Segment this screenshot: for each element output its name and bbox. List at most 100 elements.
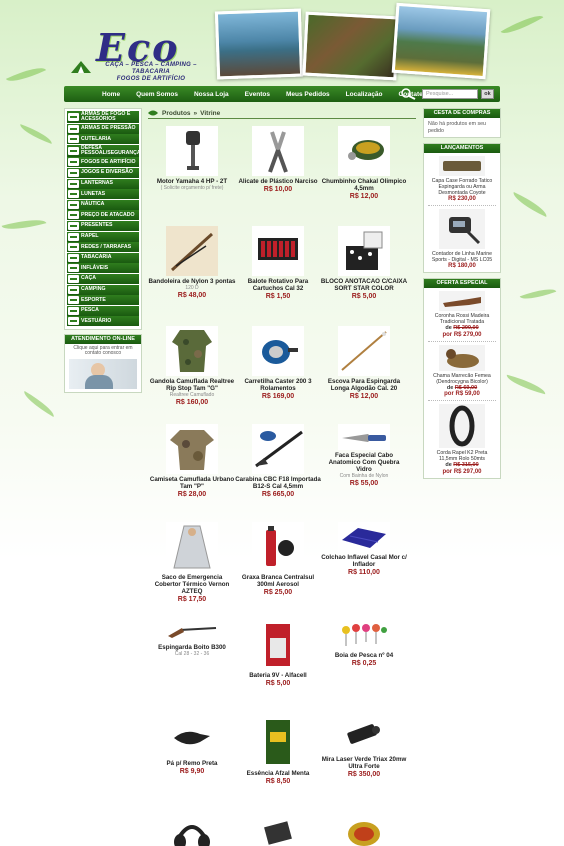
product-card[interactable]: BLOCO ANOTACAO C/CAIXA SORT STAR COLOR R… [320, 226, 408, 301]
product-name[interactable]: Camiseta Camuflada Urbano Tam "P" [148, 476, 236, 490]
product-image[interactable] [166, 522, 218, 572]
product-name[interactable]: Pá p/ Remo Preta [148, 760, 236, 767]
product-name[interactable]: Mira Laser Verde Triax 20mw Ultra Forte [320, 756, 408, 770]
category-item[interactable]: ESPORTE [67, 295, 139, 306]
category-item[interactable]: CUTELARIA [67, 134, 139, 145]
offer-item-image[interactable] [439, 344, 485, 371]
product-card[interactable]: Saco de Emergencia Cobertor Térmico Vern… [148, 522, 236, 604]
product-card[interactable] [234, 816, 322, 846]
category-item[interactable]: LUNETAS [67, 189, 139, 200]
product-image[interactable] [166, 718, 218, 758]
category-item[interactable]: RAPEL [67, 231, 139, 242]
category-item[interactable]: CAMPING [67, 284, 139, 295]
category-item[interactable]: TABACARIA [67, 252, 139, 263]
product-name[interactable]: Carretilha Caster 200 3 Rolamentos [234, 378, 322, 392]
offer-item-image[interactable] [439, 291, 485, 311]
launch-item-name[interactable]: Contador de Linha Marine Sports - Digita… [427, 251, 497, 263]
category-item[interactable]: JOGOS E DIVERSÃO [67, 167, 139, 178]
product-card[interactable]: Carabina CBC F18 Importada B12-S Cal 4,5… [234, 424, 322, 499]
product-image[interactable] [338, 718, 390, 754]
nav-home[interactable]: Home [94, 91, 128, 98]
launch-item[interactable]: Capa Case Forrado Tatico Espingarda ou A… [424, 153, 500, 205]
category-item[interactable]: ARMAS DE PRESSÃO [67, 123, 139, 134]
product-name[interactable]: Espingarda Boito B300 [148, 644, 236, 651]
product-name[interactable]: Motor Yamaha 4 HP - 2T [148, 178, 236, 185]
category-item[interactable]: FOGOS DE ARTIFÍCIO [67, 157, 139, 168]
nav-quem-somos[interactable]: Quem Somos [128, 91, 186, 98]
product-card[interactable]: Escova Para Espingarda Longa Algodão Cal… [320, 326, 408, 401]
category-item[interactable]: INFLÁVEIS [67, 263, 139, 274]
category-item[interactable]: CAÇA [67, 273, 139, 284]
product-image[interactable] [338, 816, 390, 846]
product-card[interactable]: Colchao Inflavel Casal Mor c/ Inflador R… [320, 522, 408, 577]
category-item[interactable]: NÁUTICA [67, 199, 139, 210]
product-card[interactable]: Chumbinho Chakal Olimpico 4,5mm R$ 12,00 [320, 126, 408, 201]
product-name[interactable]: Balote Rotativo Para Cartuchos Cal 32 [234, 278, 322, 292]
product-name[interactable]: Bandoleira de Nylon 3 pontas [148, 278, 236, 285]
product-card[interactable]: Balote Rotativo Para Cartuchos Cal 32 R$… [234, 226, 322, 301]
offer-item[interactable]: Chama Marrecão Femea (Dendrocygna Bicolo… [424, 342, 500, 401]
product-image[interactable] [338, 522, 390, 552]
product-image[interactable] [166, 126, 218, 176]
product-name[interactable]: Faca Especial Cabo Anatomico Com Quebra … [320, 452, 408, 473]
product-image[interactable] [252, 226, 304, 276]
breadcrumb-produtos[interactable]: Produtos [162, 110, 191, 117]
product-card[interactable]: Alicate de Plástico Narciso R$ 10,00 [234, 126, 322, 194]
product-name[interactable]: Gandola Camuflada Realtree Rip Stop Tam … [148, 378, 236, 392]
product-image[interactable] [338, 620, 390, 650]
product-image[interactable] [252, 718, 304, 768]
product-name[interactable]: Graxa Branca Centralsul 300ml Aerosol [234, 574, 322, 588]
search-button[interactable]: ok [481, 89, 494, 99]
product-card[interactable]: Faca Especial Cabo Anatomico Com Quebra … [320, 424, 408, 488]
nav-nossa-loja[interactable]: Nossa Loja [186, 91, 237, 98]
product-card[interactable]: Motor Yamaha 4 HP - 2T ( Solicite orçame… [148, 126, 236, 191]
product-name[interactable]: Escova Para Espingarda Longa Algodão Cal… [320, 378, 408, 392]
product-name[interactable]: Bateria 9V - Alfacell [234, 672, 322, 679]
nav-eventos[interactable]: Eventos [237, 91, 278, 98]
product-image[interactable] [338, 424, 390, 450]
offer-item-name[interactable]: Coronha Rossi Madeira Tradicional Tratad… [427, 313, 497, 325]
launch-item-image[interactable] [439, 156, 485, 176]
product-image[interactable] [166, 424, 218, 474]
product-image[interactable] [166, 326, 218, 376]
product-name[interactable]: Colchao Inflavel Casal Mor c/ Inflador [320, 554, 408, 568]
product-image[interactable] [252, 326, 304, 376]
product-image[interactable] [252, 522, 304, 572]
product-card[interactable]: Bandoleira de Nylon 3 pontas 120 D R$ 48… [148, 226, 236, 300]
nav-localizacao[interactable]: Localização [338, 91, 391, 98]
product-card[interactable]: Camiseta Camuflada Urbano Tam "P" R$ 28,… [148, 424, 236, 499]
product-image[interactable] [252, 620, 304, 670]
product-card[interactable] [148, 816, 236, 846]
category-item[interactable]: PRESENTES [67, 220, 139, 231]
product-card[interactable]: Mira Laser Verde Triax 20mw Ultra Forte … [320, 718, 408, 779]
offer-item-name[interactable]: Chama Marrecão Femea (Dendrocygna Bicolo… [427, 373, 497, 385]
product-card[interactable]: Espingarda Boito B300 Cal 28 - 32 - 36 [148, 620, 236, 657]
category-item[interactable]: REDES / TARRAFAS [67, 242, 139, 253]
category-item[interactable]: PESCA [67, 305, 139, 316]
product-name[interactable]: Chumbinho Chakal Olimpico 4,5mm [320, 178, 408, 192]
product-card[interactable]: Bateria 9V - Alfacell R$ 5,00 [234, 620, 322, 688]
product-card[interactable]: Boia de Pesca nº 04 R$ 0,25 [320, 620, 408, 668]
offer-item[interactable]: Corda Rapel K2 Preta 11,5mm Rolo 50mts d… [424, 401, 500, 478]
breadcrumb-vitrine[interactable]: Vitrine [200, 110, 220, 117]
product-image[interactable] [252, 816, 304, 846]
category-item[interactable]: DEFESA PESSOAL/SEGURANÇA [67, 144, 139, 157]
offer-item-name[interactable]: Corda Rapel K2 Preta 11,5mm Rolo 50mts [427, 450, 497, 462]
search-input[interactable]: Pesquise... [422, 89, 478, 99]
product-card[interactable] [320, 816, 408, 846]
category-item[interactable]: ARMAS DE FOGO E ACESSÓRIOS [67, 111, 139, 123]
product-name[interactable]: Saco de Emergencia Cobertor Térmico Vern… [148, 574, 236, 595]
product-image[interactable] [338, 326, 390, 376]
product-image[interactable] [166, 226, 218, 276]
product-name[interactable]: Boia de Pesca nº 04 [320, 652, 408, 659]
product-image[interactable] [252, 126, 304, 176]
product-card[interactable]: Essência Afzal Menta R$ 8,50 [234, 718, 322, 786]
product-image[interactable] [338, 226, 390, 276]
product-name[interactable]: Alicate de Plástico Narciso [234, 178, 322, 185]
online-support-box[interactable]: ATENDIMENTO ON-LINE Clique aqui para ent… [64, 333, 142, 394]
offer-item-image[interactable] [439, 404, 485, 448]
launch-item[interactable]: Contador de Linha Marine Sports - Digita… [424, 206, 500, 272]
product-name[interactable]: Essência Afzal Menta [234, 770, 322, 777]
launch-item-image[interactable] [439, 209, 485, 249]
nav-meus-pedidos[interactable]: Meus Pedidos [278, 91, 338, 98]
